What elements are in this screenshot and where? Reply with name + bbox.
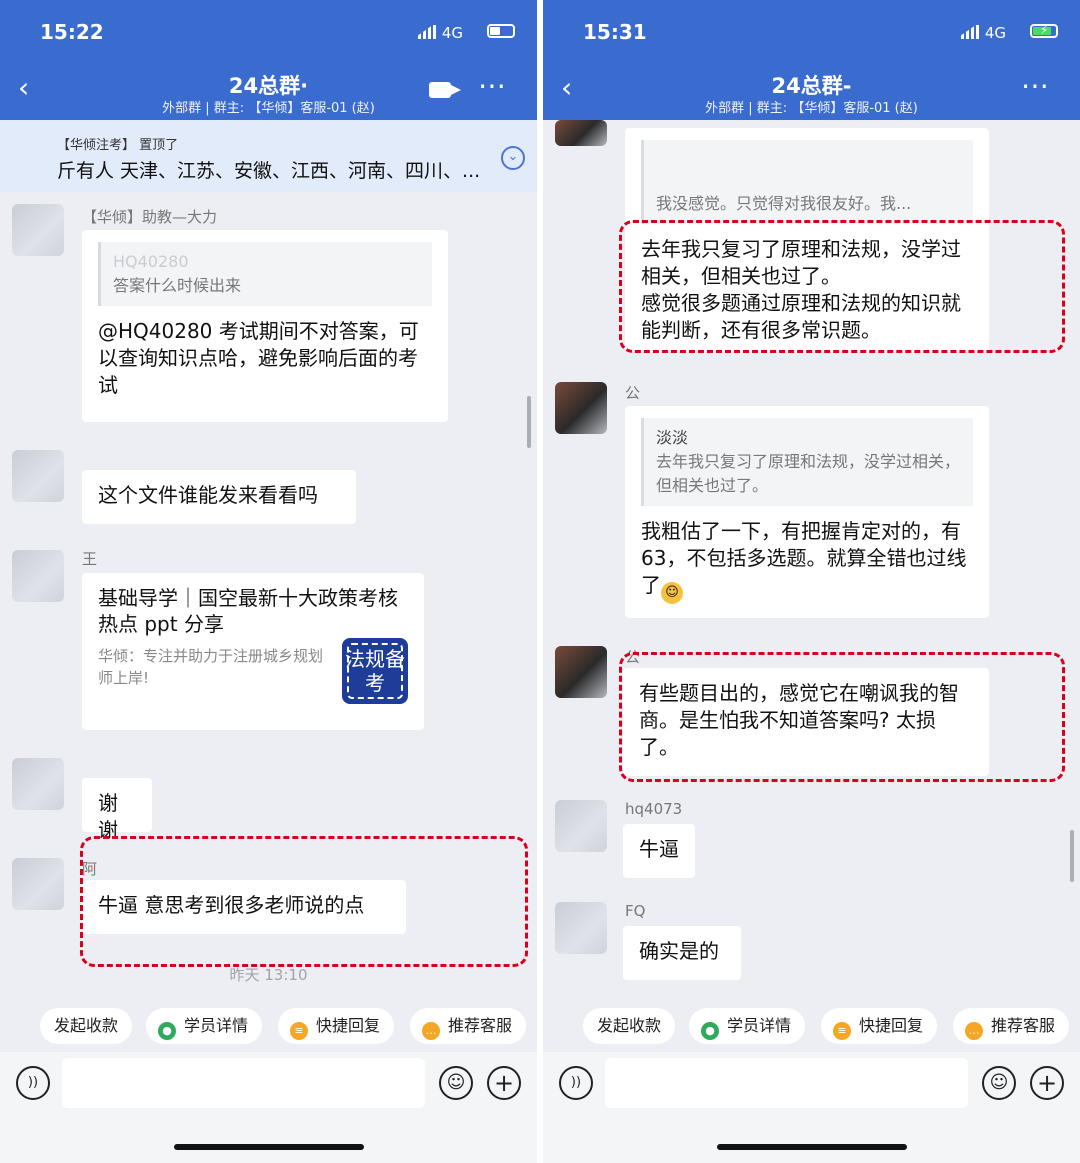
avatar[interactable]: [555, 646, 607, 698]
message-bubble[interactable]: 牛逼: [623, 824, 695, 878]
voice-icon[interactable]: )): [559, 1066, 593, 1100]
link-card[interactable]: 基础导学｜国空最新十大政策考核热点 ppt 分享 华倾：专注并助力于注册城乡规划…: [82, 573, 424, 730]
timestamp: 昨天 13:10: [229, 966, 308, 984]
reply-icon: ≡: [290, 1022, 308, 1040]
avatar[interactable]: [555, 800, 607, 852]
message-bubble[interactable]: 这个文件谁能发来看看吗: [82, 470, 356, 524]
sender-name: 【华倾】助教—大力: [82, 208, 218, 226]
quoted-message: HQ40280 答案什么时候出来: [98, 242, 432, 306]
message-bubble[interactable]: 确实是的: [623, 926, 741, 980]
more-icon[interactable]: ⋯: [1021, 72, 1050, 100]
student-details-chip[interactable]: ● 学员详情: [689, 1008, 806, 1044]
right-screenshot: 15:31 4G ⚡ ‹ 24总群- 外部群 | 群主: 【华倾】客服-01 (…: [543, 0, 1080, 1163]
service-icon: …: [422, 1022, 440, 1040]
avatar[interactable]: [12, 758, 64, 810]
message-bubble[interactable]: 谢谢: [82, 778, 152, 842]
message-input[interactable]: [605, 1058, 968, 1108]
emoji-icon[interactable]: ☺: [439, 1066, 473, 1100]
grinning-emoji-icon: ☺: [661, 582, 683, 604]
chat-header: 15:22 4G ‹ 24总群· 外部群 | 群主: 【华倾】客服-01 (赵)…: [0, 0, 537, 120]
battery-charging-icon: ⚡: [1030, 23, 1058, 38]
avatar[interactable]: [12, 450, 64, 502]
service-icon: …: [965, 1022, 983, 1040]
quoted-message: 淡淡 去年我只复习了原理和法规，没学过相关，但相关也过了。: [641, 418, 973, 506]
voice-icon[interactable]: )): [16, 1066, 50, 1100]
status-time: 15:22: [40, 20, 104, 44]
pinned-sender: 【华倾注考】 置顶了: [57, 138, 179, 153]
highlight-box: [619, 220, 1065, 353]
student-icon: ●: [701, 1022, 719, 1040]
recommend-service-chip[interactable]: … 推荐客服: [410, 1008, 527, 1044]
sender-name: FQ: [625, 902, 646, 920]
chevron-down-icon[interactable]: ⌄: [501, 146, 525, 170]
home-indicator: [716, 1144, 907, 1150]
avatar[interactable]: [555, 902, 607, 954]
message-text: 牛逼: [639, 837, 679, 861]
message-bubble[interactable]: HQ40280 答案什么时候出来 @HQ40280 考试期间不对答案，可以查询知…: [82, 230, 448, 422]
pinned-text: 斤有人 天津、江苏、安徽、江西、河南、四川、...: [57, 160, 481, 182]
chat-header: 15:31 4G ⚡ ‹ 24总群- 外部群 | 群主: 【华倾】客服-01 (…: [543, 0, 1080, 120]
student-details-chip[interactable]: ● 学员详情: [146, 1008, 263, 1044]
quick-action-bar: 发起收款 ● 学员详情 ≡ 快捷回复 … 推荐客服: [543, 1002, 1080, 1050]
quoted-message: 我没感觉。只觉得对我很友好。我...: [641, 140, 973, 224]
quick-reply-chip[interactable]: ≡ 快捷回复: [821, 1008, 938, 1044]
message-text: 确实是的: [639, 939, 719, 963]
highlight-box: [619, 652, 1065, 782]
signal-icon: [417, 25, 438, 39]
reply-icon: ≡: [833, 1022, 851, 1040]
message-text: 这个文件谁能发来看看吗: [98, 483, 318, 507]
video-call-icon[interactable]: [429, 82, 461, 98]
collect-payment-chip[interactable]: 发起收款: [40, 1008, 133, 1044]
signal-icon: [960, 25, 981, 39]
quick-action-bar: 发起收款 ● 学员详情 ≡ 快捷回复 … 推荐客服: [0, 1002, 537, 1050]
left-screenshot: 15:22 4G ‹ 24总群· 外部群 | 群主: 【华倾】客服-01 (赵)…: [0, 0, 537, 1163]
status-time: 15:31: [583, 20, 647, 44]
pinned-message[interactable]: 【华倾注考】 置顶了 斤有人 天津、江苏、安徽、江西、河南、四川、... ⌄: [0, 120, 537, 192]
input-bar: )) ☺ +: [543, 1052, 1080, 1163]
chat-subtitle: 外部群 | 群主: 【华倾】客服-01 (赵): [705, 101, 918, 116]
scrollbar[interactable]: [527, 396, 531, 448]
emoji-icon[interactable]: ☺: [982, 1066, 1016, 1100]
message-text: @HQ40280 考试期间不对答案，可以查询知识点哈，避免影响后面的考试: [98, 319, 419, 397]
avatar[interactable]: [12, 204, 64, 256]
status-network: 4G: [417, 24, 463, 42]
plus-icon[interactable]: +: [487, 1066, 521, 1100]
collect-payment-chip[interactable]: 发起收款: [583, 1008, 676, 1044]
highlight-box: [80, 836, 528, 967]
chat-title: 24总群-: [771, 74, 852, 98]
sender-name: 王: [82, 550, 98, 568]
link-thumbnail: 法规备考: [342, 638, 408, 704]
battery-icon: [487, 24, 515, 38]
more-icon[interactable]: ⋯: [478, 72, 507, 100]
status-network: 4G: [960, 24, 1006, 42]
home-indicator: [173, 1144, 364, 1150]
student-icon: ●: [158, 1022, 176, 1040]
scrollbar[interactable]: [1070, 830, 1074, 882]
message-input[interactable]: [62, 1058, 425, 1108]
avatar[interactable]: [12, 550, 64, 602]
chat-subtitle: 外部群 | 群主: 【华倾】客服-01 (赵): [162, 101, 375, 116]
link-description: 华倾：专注并助力于注册城乡规划师上岸!: [98, 647, 324, 687]
recommend-service-chip[interactable]: … 推荐客服: [953, 1008, 1070, 1044]
input-bar: )) ☺ +: [0, 1052, 537, 1163]
sender-name: 公: [625, 384, 641, 402]
avatar[interactable]: [555, 120, 607, 146]
avatar[interactable]: [555, 382, 607, 434]
message-text: 我粗估了一下，有把握肯定对的，有63，不包括多选题。就算全错也过线了 ☺: [641, 518, 973, 604]
plus-icon[interactable]: +: [1030, 1066, 1064, 1100]
quick-reply-chip[interactable]: ≡ 快捷回复: [278, 1008, 395, 1044]
sender-name: hq4073: [625, 800, 683, 818]
link-title: 基础导学｜国空最新十大政策考核热点 ppt 分享: [98, 586, 398, 636]
avatar[interactable]: [12, 858, 64, 910]
message-bubble[interactable]: 淡淡 去年我只复习了原理和法规，没学过相关，但相关也过了。 我粗估了一下，有把握…: [625, 406, 989, 618]
